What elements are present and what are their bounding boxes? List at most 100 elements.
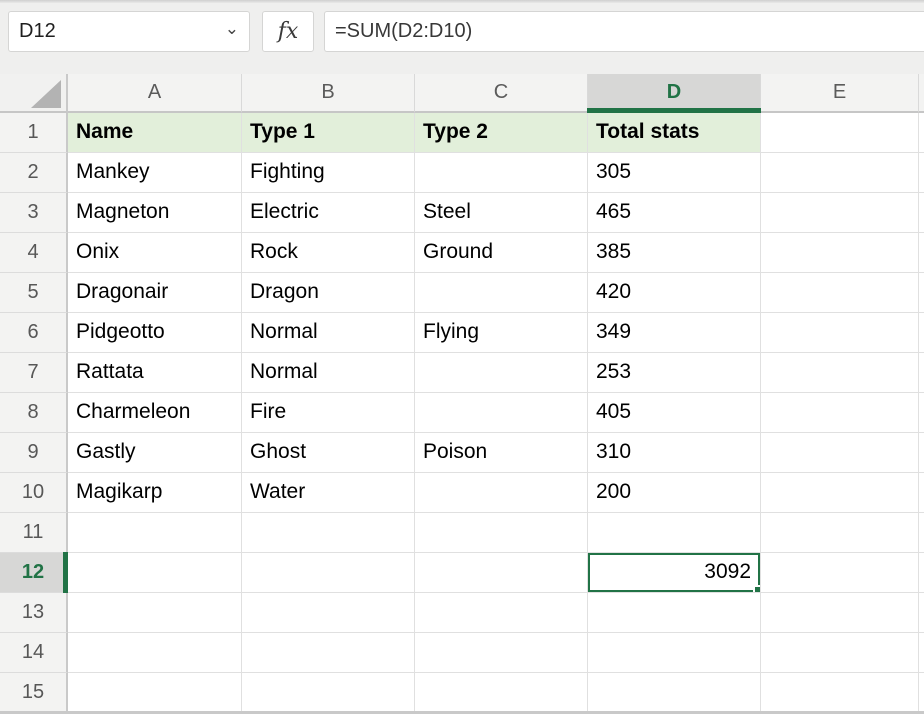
cell-E3[interactable] xyxy=(761,193,919,233)
name-box[interactable]: D12 ⌄ xyxy=(8,11,250,52)
cell-C10[interactable] xyxy=(415,473,588,513)
cell-C1[interactable]: Type 2 xyxy=(415,113,588,153)
cell-A15[interactable] xyxy=(68,673,242,713)
cell-A6[interactable]: Pidgeotto xyxy=(68,313,242,353)
cell-A2[interactable]: Mankey xyxy=(68,153,242,193)
cell-E14[interactable] xyxy=(761,633,919,673)
cell-C13[interactable] xyxy=(415,593,588,633)
cell-E2[interactable] xyxy=(761,153,919,193)
row-header-2[interactable]: 2 xyxy=(0,153,68,193)
row-header-7[interactable]: 7 xyxy=(0,353,68,393)
row-header-9[interactable]: 9 xyxy=(0,433,68,473)
chevron-down-icon[interactable]: ⌄ xyxy=(225,20,239,37)
cell-D9[interactable]: 310 xyxy=(588,433,761,473)
cell-C9[interactable]: Poison xyxy=(415,433,588,473)
cell-D11[interactable] xyxy=(588,513,761,553)
column-header-D[interactable]: D xyxy=(588,74,761,113)
cell-C11[interactable] xyxy=(415,513,588,553)
row-header-10[interactable]: 10 xyxy=(0,473,68,513)
cell-D14[interactable] xyxy=(588,633,761,673)
cell-C2[interactable] xyxy=(415,153,588,193)
row-header-8[interactable]: 8 xyxy=(0,393,68,433)
cell-C8[interactable] xyxy=(415,393,588,433)
cell-B12[interactable] xyxy=(242,553,415,593)
cell-D5[interactable]: 420 xyxy=(588,273,761,313)
cell-B14[interactable] xyxy=(242,633,415,673)
cell-B2[interactable]: Fighting xyxy=(242,153,415,193)
cell-B5[interactable]: Dragon xyxy=(242,273,415,313)
cell-B1[interactable]: Type 1 xyxy=(242,113,415,153)
cell-C15[interactable] xyxy=(415,673,588,713)
cell-A13[interactable] xyxy=(68,593,242,633)
row-header-1[interactable]: 1 xyxy=(0,113,68,153)
row-header-11[interactable]: 11 xyxy=(0,513,68,553)
cell-D6[interactable]: 349 xyxy=(588,313,761,353)
select-all-corner[interactable] xyxy=(0,74,68,113)
cell-D8[interactable]: 405 xyxy=(588,393,761,433)
cell-B13[interactable] xyxy=(242,593,415,633)
cell-A10[interactable]: Magikarp xyxy=(68,473,242,513)
cell-B8[interactable]: Fire xyxy=(242,393,415,433)
cell-A9[interactable]: Gastly xyxy=(68,433,242,473)
formula-input[interactable]: =SUM(D2:D10) xyxy=(324,11,924,52)
cell-B10[interactable]: Water xyxy=(242,473,415,513)
cell-A3[interactable]: Magneton xyxy=(68,193,242,233)
cell-D10[interactable]: 200 xyxy=(588,473,761,513)
cell-A12[interactable] xyxy=(68,553,242,593)
cell-A4[interactable]: Onix xyxy=(68,233,242,273)
cell-C7[interactable] xyxy=(415,353,588,393)
cell-D13[interactable] xyxy=(588,593,761,633)
cell-C4[interactable]: Ground xyxy=(415,233,588,273)
cell-E15[interactable] xyxy=(761,673,919,713)
cell-C5[interactable] xyxy=(415,273,588,313)
cell-B6[interactable]: Normal xyxy=(242,313,415,353)
cell-C12[interactable] xyxy=(415,553,588,593)
cell-E12[interactable] xyxy=(761,553,919,593)
insert-function-button[interactable]: fx xyxy=(262,11,314,52)
cell-A11[interactable] xyxy=(68,513,242,553)
cell-E9[interactable] xyxy=(761,433,919,473)
cell-B7[interactable]: Normal xyxy=(242,353,415,393)
row-header-4[interactable]: 4 xyxy=(0,233,68,273)
cell-D12[interactable]: 3092 xyxy=(588,553,761,593)
row-header-12[interactable]: 12 xyxy=(0,553,68,593)
column-header-E[interactable]: E xyxy=(761,74,919,113)
cell-E10[interactable] xyxy=(761,473,919,513)
cell-E11[interactable] xyxy=(761,513,919,553)
column-header-B[interactable]: B xyxy=(242,74,415,113)
cell-E6[interactable] xyxy=(761,313,919,353)
row-header-15[interactable]: 15 xyxy=(0,673,68,713)
cell-B4[interactable]: Rock xyxy=(242,233,415,273)
cell-A5[interactable]: Dragonair xyxy=(68,273,242,313)
cell-D4[interactable]: 385 xyxy=(588,233,761,273)
cell-E1[interactable] xyxy=(761,113,919,153)
cell-E8[interactable] xyxy=(761,393,919,433)
cell-A7[interactable]: Rattata xyxy=(68,353,242,393)
cell-B9[interactable]: Ghost xyxy=(242,433,415,473)
cell-B15[interactable] xyxy=(242,673,415,713)
cell-C3[interactable]: Steel xyxy=(415,193,588,233)
cell-B11[interactable] xyxy=(242,513,415,553)
row-header-3[interactable]: 3 xyxy=(0,193,68,233)
cell-D15[interactable] xyxy=(588,673,761,713)
cell-E5[interactable] xyxy=(761,273,919,313)
cell-A8[interactable]: Charmeleon xyxy=(68,393,242,433)
cell-D3[interactable]: 465 xyxy=(588,193,761,233)
cell-E7[interactable] xyxy=(761,353,919,393)
row-header-6[interactable]: 6 xyxy=(0,313,68,353)
cell-A14[interactable] xyxy=(68,633,242,673)
row-header-14[interactable]: 14 xyxy=(0,633,68,673)
column-header-A[interactable]: A xyxy=(68,74,242,113)
cell-A1[interactable]: Name xyxy=(68,113,242,153)
cell-D2[interactable]: 305 xyxy=(588,153,761,193)
row-header-5[interactable]: 5 xyxy=(0,273,68,313)
column-header-C[interactable]: C xyxy=(415,74,588,113)
cell-B3[interactable]: Electric xyxy=(242,193,415,233)
cell-E13[interactable] xyxy=(761,593,919,633)
cell-E4[interactable] xyxy=(761,233,919,273)
cell-C14[interactable] xyxy=(415,633,588,673)
cell-D1[interactable]: Total stats xyxy=(588,113,761,153)
cell-C6[interactable]: Flying xyxy=(415,313,588,353)
row-header-13[interactable]: 13 xyxy=(0,593,68,633)
cell-D7[interactable]: 253 xyxy=(588,353,761,393)
